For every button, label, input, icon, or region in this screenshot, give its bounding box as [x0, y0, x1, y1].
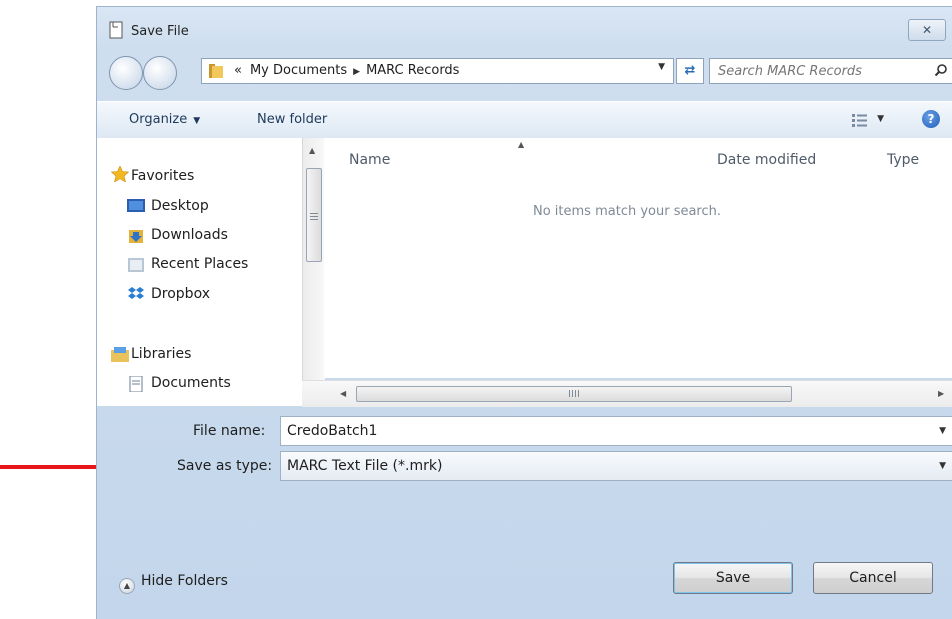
refresh-icon: ⇄	[684, 63, 696, 78]
documents-icon	[129, 376, 143, 392]
views-dropdown-icon[interactable]: ▼	[877, 114, 884, 124]
address-dropdown-icon[interactable]: ▼	[658, 62, 665, 72]
file-name-label: File name:	[193, 423, 266, 439]
hide-folders-label: Hide Folders	[141, 573, 228, 589]
file-list[interactable]: ▲ Name Date modified Type No items match…	[324, 138, 952, 378]
title-bar: Save File ✕	[97, 7, 952, 51]
scroll-right-icon[interactable]: ▶	[938, 389, 944, 398]
scroll-up-icon[interactable]: ▲	[309, 146, 315, 155]
chevron-up-icon: ▲	[119, 578, 135, 594]
hide-folders-button[interactable]: ▲ Hide Folders	[119, 573, 228, 594]
search-icon[interactable]	[934, 63, 948, 77]
recent-places-icon	[128, 258, 144, 272]
nav-vertical-scrollbar[interactable]: ▲ ▼	[302, 138, 325, 406]
nav-libraries[interactable]: Libraries	[131, 346, 191, 362]
dropbox-icon	[128, 287, 144, 299]
address-bar[interactable]: « My Documents ▶ MARC Records ▼	[201, 58, 674, 84]
document-icon	[109, 21, 123, 39]
folder-icon	[209, 64, 223, 78]
nav-downloads[interactable]: Downloads	[151, 227, 228, 243]
save-file-dialog: Save File ✕ « My Documents ▶ MARC Records ▼…	[96, 6, 952, 619]
cancel-button[interactable]: Cancel	[813, 562, 933, 594]
forward-button[interactable]	[143, 56, 177, 90]
new-folder-button[interactable]: New folder	[257, 112, 327, 127]
chevron-down-icon: ▼	[193, 116, 201, 126]
search-input[interactable]	[710, 59, 941, 83]
scroll-left-icon[interactable]: ◀	[340, 389, 346, 398]
nav-documents[interactable]: Documents	[151, 375, 231, 391]
downloads-icon	[129, 230, 143, 243]
file-horizontal-scrollbar[interactable]: ◀ ▶	[302, 380, 952, 407]
libraries-icon	[111, 347, 129, 362]
breadcrumb-separator-icon[interactable]: ▶	[353, 67, 360, 77]
navigation-pane: Favorites Desktop Downloads Recent Place…	[97, 138, 302, 406]
empty-message: No items match your search.	[533, 204, 722, 219]
breadcrumb-overflow[interactable]: «	[234, 63, 242, 78]
grip-icon	[310, 213, 318, 221]
sort-indicator-icon: ▲	[518, 140, 525, 149]
save-as-type-label: Save as type:	[177, 458, 273, 474]
nav-dropbox[interactable]: Dropbox	[151, 286, 210, 302]
save-as-type-value: MARC Text File (*.mrk)	[287, 458, 443, 474]
close-button[interactable]: ✕	[908, 19, 946, 41]
nav-desktop[interactable]: Desktop	[151, 198, 209, 214]
back-button[interactable]	[109, 56, 143, 90]
close-icon: ✕	[921, 23, 933, 37]
file-name-dropdown-icon[interactable]: ▼	[939, 426, 946, 436]
breadcrumb-marc-records[interactable]: MARC Records	[366, 63, 459, 78]
favorites-star-icon	[111, 166, 129, 182]
refresh-button[interactable]: ⇄	[676, 58, 704, 84]
help-icon[interactable]: ?	[922, 110, 940, 128]
file-name-combobox[interactable]: ▼	[280, 416, 952, 446]
breadcrumb-my-documents[interactable]: My Documents	[250, 63, 347, 78]
nav-favorites[interactable]: Favorites	[131, 168, 194, 184]
save-as-type-select[interactable]: MARC Text File (*.mrk) ▼	[280, 451, 952, 481]
organize-menu[interactable]: Organize ▼	[129, 112, 200, 127]
views-icon[interactable]	[852, 113, 868, 127]
grip-icon	[569, 390, 579, 397]
column-type[interactable]: Type	[887, 152, 919, 168]
column-date-modified[interactable]: Date modified	[717, 152, 816, 168]
command-toolbar: Organize ▼ New folder ▼ ?	[97, 101, 952, 139]
window-title: Save File	[131, 24, 189, 39]
organize-label: Organize	[129, 112, 188, 127]
save-button[interactable]: Save	[673, 562, 793, 594]
scroll-thumb[interactable]	[356, 386, 792, 402]
desktop-icon	[127, 199, 145, 212]
column-name[interactable]: Name	[349, 152, 390, 168]
breadcrumb: « My Documents ▶ MARC Records	[234, 63, 459, 78]
scroll-thumb[interactable]	[306, 168, 322, 262]
search-box[interactable]	[709, 58, 952, 84]
nav-recent-places[interactable]: Recent Places	[151, 256, 248, 272]
file-name-field[interactable]	[281, 417, 933, 445]
save-as-type-dropdown-icon[interactable]: ▼	[939, 461, 946, 471]
